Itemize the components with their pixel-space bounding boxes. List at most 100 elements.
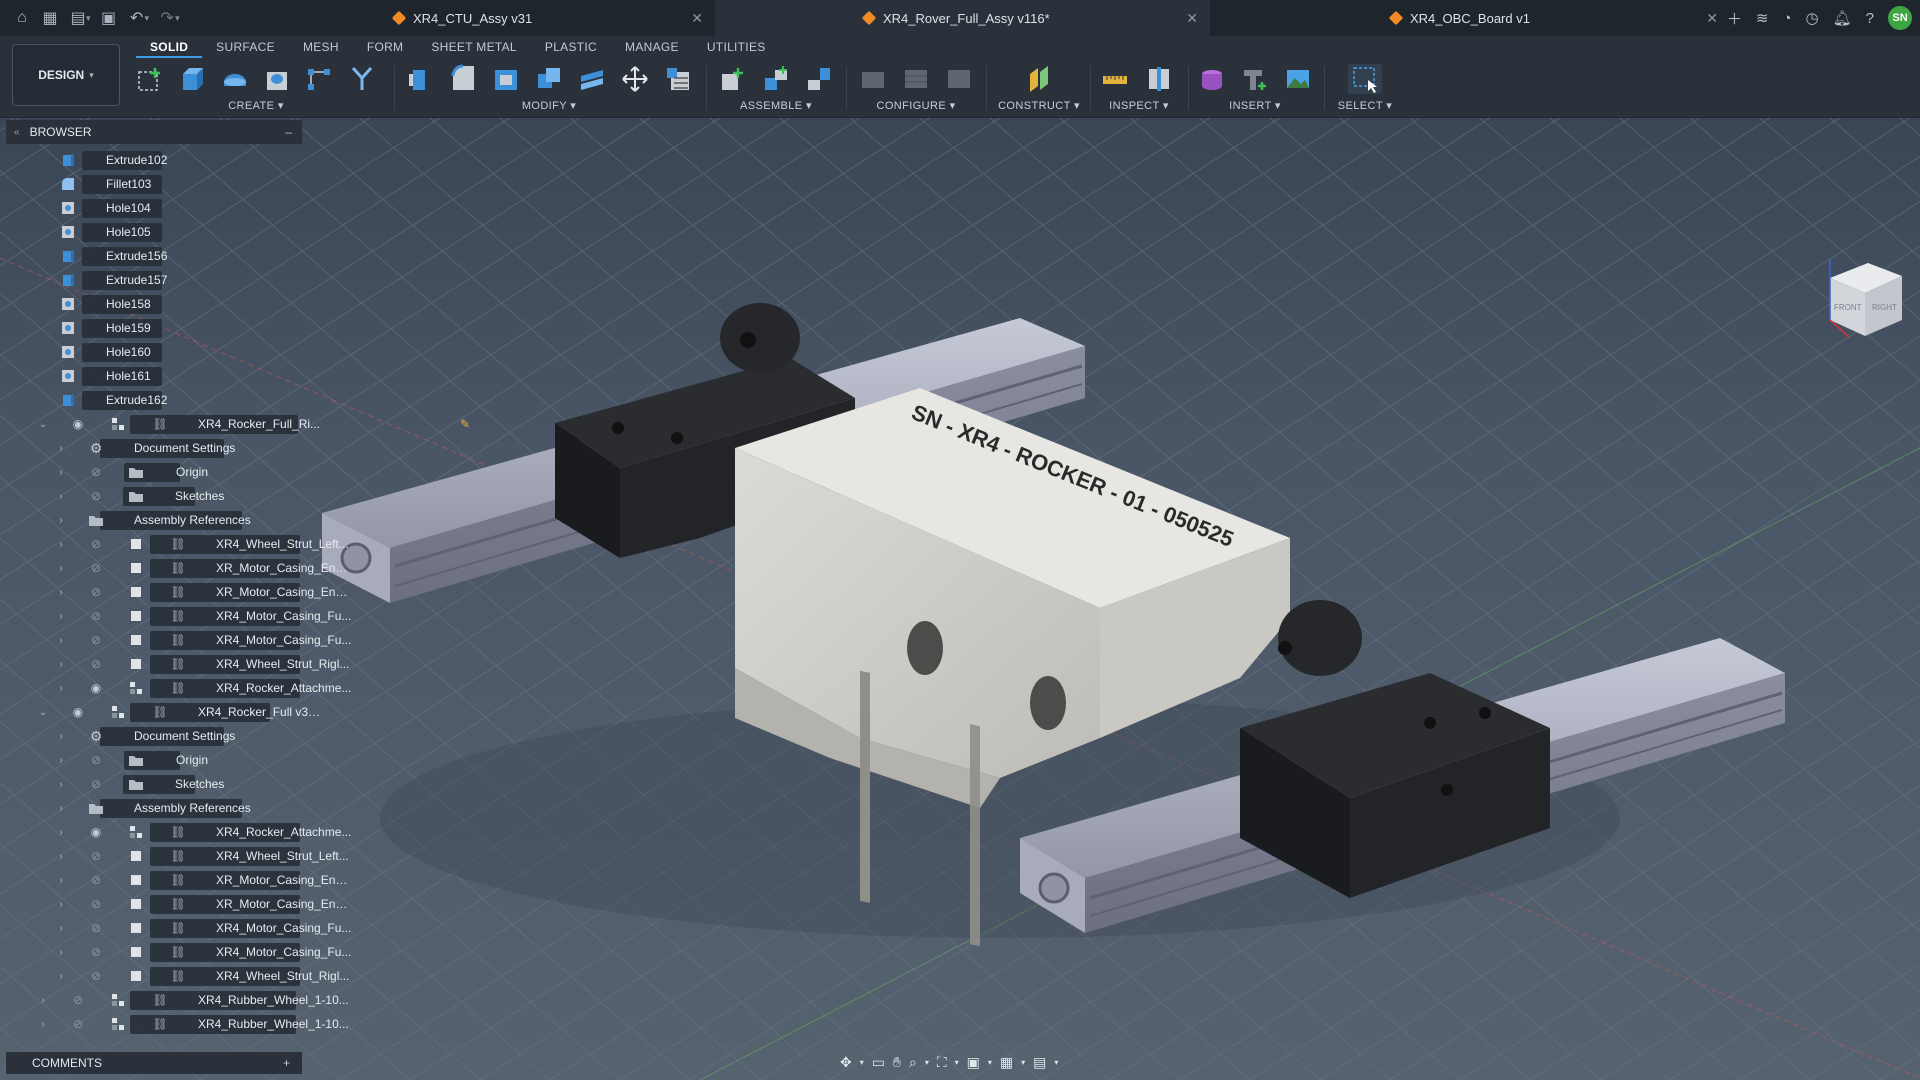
eye-hidden-icon[interactable]: ⊘ — [88, 873, 104, 887]
eye-icon[interactable]: ◉ — [70, 705, 86, 719]
tab-mesh[interactable]: MESH — [289, 36, 353, 58]
modify-label[interactable]: MODIFY ▾ — [404, 99, 694, 112]
chevron-right-icon[interactable]: › — [56, 947, 66, 958]
timeline-feature[interactable]: Extrude102 — [0, 148, 302, 172]
folder-node[interactable]: › ⊘ Sketches — [0, 772, 302, 796]
component-node[interactable]: ⌄ ◉ ⛓︎ XR4_Rocker_Full v31:2 — [0, 700, 324, 724]
eye-hidden-icon[interactable]: ⊘ — [88, 585, 104, 599]
chevron-right-icon[interactable]: › — [56, 683, 66, 694]
chevron-down-icon[interactable]: ▾ — [925, 1058, 929, 1067]
pattern-icon[interactable] — [303, 64, 335, 94]
reference-component-node[interactable]: › ⊘ ⛓︎ XR_Motor_Casing_End... — [0, 868, 352, 892]
configure-rows-icon[interactable] — [899, 64, 932, 94]
fit-icon[interactable]: ⛶ — [937, 1054, 947, 1071]
eye-hidden-icon[interactable]: ⊘ — [88, 777, 104, 791]
save-icon[interactable]: ▣ — [95, 4, 123, 32]
reference-component-node[interactable]: › ⊘ ⛓︎ XR4_Wheel_Strut_Left... — [0, 844, 349, 868]
edit-pencil-icon[interactable]: ✎ — [460, 417, 470, 431]
insert-label[interactable]: INSERT ▾ — [1196, 99, 1314, 112]
avatar[interactable]: SN — [1888, 6, 1912, 30]
reference-component-node[interactable]: › ◉ ⛓︎ XR4_Rocker_Attachme... — [0, 676, 351, 700]
chevron-right-icon[interactable]: › — [56, 539, 66, 550]
extrude-icon[interactable] — [176, 64, 208, 94]
doc-tab-ctu[interactable]: XR4_CTU_Assy v31 ✕ — [385, 0, 715, 36]
timeline-feature[interactable]: Hole161 — [0, 364, 302, 388]
reference-component-node[interactable]: › ⊘ ⛓︎ XR_Motor_Casing_End... — [0, 580, 352, 604]
timeline-feature[interactable]: Fillet103 — [0, 172, 302, 196]
grid-menu-icon[interactable]: ▦ — [36, 4, 64, 32]
split-face-icon[interactable] — [575, 64, 608, 94]
chevron-right-icon[interactable]: › — [56, 563, 66, 574]
eye-hidden-icon[interactable]: ⊘ — [88, 489, 104, 503]
chevron-right-icon[interactable]: › — [38, 995, 48, 1006]
revolve-icon[interactable] — [219, 64, 251, 94]
chevron-down-icon[interactable]: ▾ — [860, 1058, 864, 1067]
assembly-references-node[interactable]: › Assembly References — [0, 508, 302, 532]
close-icon[interactable]: ✕ — [1186, 10, 1198, 27]
eye-hidden-icon[interactable]: ⊘ — [70, 993, 86, 1007]
mirror-icon[interactable] — [346, 64, 378, 94]
wheel-component-node[interactable]: › ⊘ ⛓︎ XR4_Rubber_Wheel_1-10... — [0, 988, 349, 1012]
eye-icon[interactable]: ◉ — [88, 681, 104, 695]
insert-canvas-icon[interactable] — [1281, 64, 1314, 94]
chevron-right-icon[interactable]: › — [56, 827, 66, 838]
create-label[interactable]: CREATE ▾ — [134, 99, 378, 112]
assemble-label[interactable]: ASSEMBLE ▾ — [716, 99, 836, 112]
eye-hidden-icon[interactable]: ⊘ — [88, 849, 104, 863]
chevron-right-icon[interactable]: › — [56, 731, 66, 742]
chevron-right-icon[interactable]: › — [56, 659, 66, 670]
reference-component-node[interactable]: › ⊘ ⛓︎ XR4_Motor_Casing_Fu... — [0, 916, 351, 940]
tab-surface[interactable]: SURFACE — [202, 36, 289, 58]
chevron-down-icon[interactable]: ⌄ — [38, 419, 48, 430]
configure-table-icon[interactable] — [856, 64, 889, 94]
chevron-right-icon[interactable]: › — [56, 779, 66, 790]
display-settings-icon[interactable]: ▣ — [967, 1054, 980, 1071]
eye-hidden-icon[interactable]: ⊘ — [88, 537, 104, 551]
as-built-joint-icon[interactable] — [803, 64, 836, 94]
assembly-references-node[interactable]: › Assembly References — [0, 796, 302, 820]
chevron-down-icon[interactable]: ▾ — [955, 1058, 959, 1067]
close-icon[interactable]: ✕ — [1706, 10, 1718, 27]
folder-node[interactable]: › ⊘ Origin — [0, 460, 302, 484]
eye-hidden-icon[interactable]: ⊘ — [88, 561, 104, 575]
joint-icon[interactable] — [759, 64, 792, 94]
grid-settings-icon[interactable]: ▦ — [1000, 1054, 1013, 1071]
add-comment-icon[interactable]: + — [283, 1056, 290, 1070]
combine-icon[interactable] — [533, 64, 566, 94]
chevron-down-icon[interactable]: ⌄ — [38, 707, 48, 718]
chevron-right-icon[interactable]: › — [56, 803, 66, 814]
shell-icon[interactable] — [490, 64, 523, 94]
insert-mesh-icon[interactable] — [1196, 64, 1229, 94]
chevron-right-icon[interactable]: › — [56, 491, 66, 502]
zoom-icon[interactable]: ⌕ — [909, 1054, 917, 1071]
reference-component-node[interactable]: › ⊘ ⛓︎ XR_Motor_Casing_End... — [0, 892, 352, 916]
reference-component-node[interactable]: › ⊘ ⛓︎ XR4_Motor_Casing_Fu... — [0, 604, 351, 628]
eye-hidden-icon[interactable]: ⊘ — [88, 969, 104, 983]
chevron-right-icon[interactable]: › — [56, 443, 66, 454]
create-sketch-icon[interactable] — [134, 64, 166, 94]
eye-hidden-icon[interactable]: ⊘ — [88, 609, 104, 623]
chevron-right-icon[interactable]: › — [56, 851, 66, 862]
tab-utilities[interactable]: UTILITIES — [693, 36, 780, 58]
eye-hidden-icon[interactable]: ⊘ — [88, 921, 104, 935]
construct-label[interactable]: CONSTRUCT ▾ — [996, 99, 1082, 112]
select-label[interactable]: SELECT ▾ — [1332, 99, 1398, 112]
configure-swap-icon[interactable] — [943, 64, 976, 94]
workspace-switcher[interactable]: DESIGN ▾ — [12, 44, 120, 106]
chevron-right-icon[interactable]: › — [56, 875, 66, 886]
chevron-right-icon[interactable]: › — [56, 587, 66, 598]
reference-component-node[interactable]: › ◉ ⛓︎ XR4_Rocker_Attachme... — [0, 820, 351, 844]
chevron-right-icon[interactable]: › — [56, 611, 66, 622]
new-component-icon[interactable] — [716, 64, 749, 94]
insert-derive-icon[interactable] — [1239, 64, 1272, 94]
eye-hidden-icon[interactable]: ⊘ — [70, 1017, 86, 1031]
tab-form[interactable]: FORM — [353, 36, 418, 58]
configure-label[interactable]: CONFIGURE ▾ — [856, 99, 976, 112]
eye-hidden-icon[interactable]: ⊘ — [88, 897, 104, 911]
reference-component-node[interactable]: › ⊘ ⛓︎ XR4_Motor_Casing_Fu... — [0, 940, 351, 964]
extensions-icon[interactable]: ≋ — [1756, 9, 1769, 27]
timeline-feature[interactable]: Extrude157 — [0, 268, 302, 292]
section-analysis-icon[interactable] — [1142, 64, 1176, 94]
timeline-feature[interactable]: Extrude162 — [0, 388, 302, 412]
timeline-feature[interactable]: Hole160 — [0, 340, 302, 364]
